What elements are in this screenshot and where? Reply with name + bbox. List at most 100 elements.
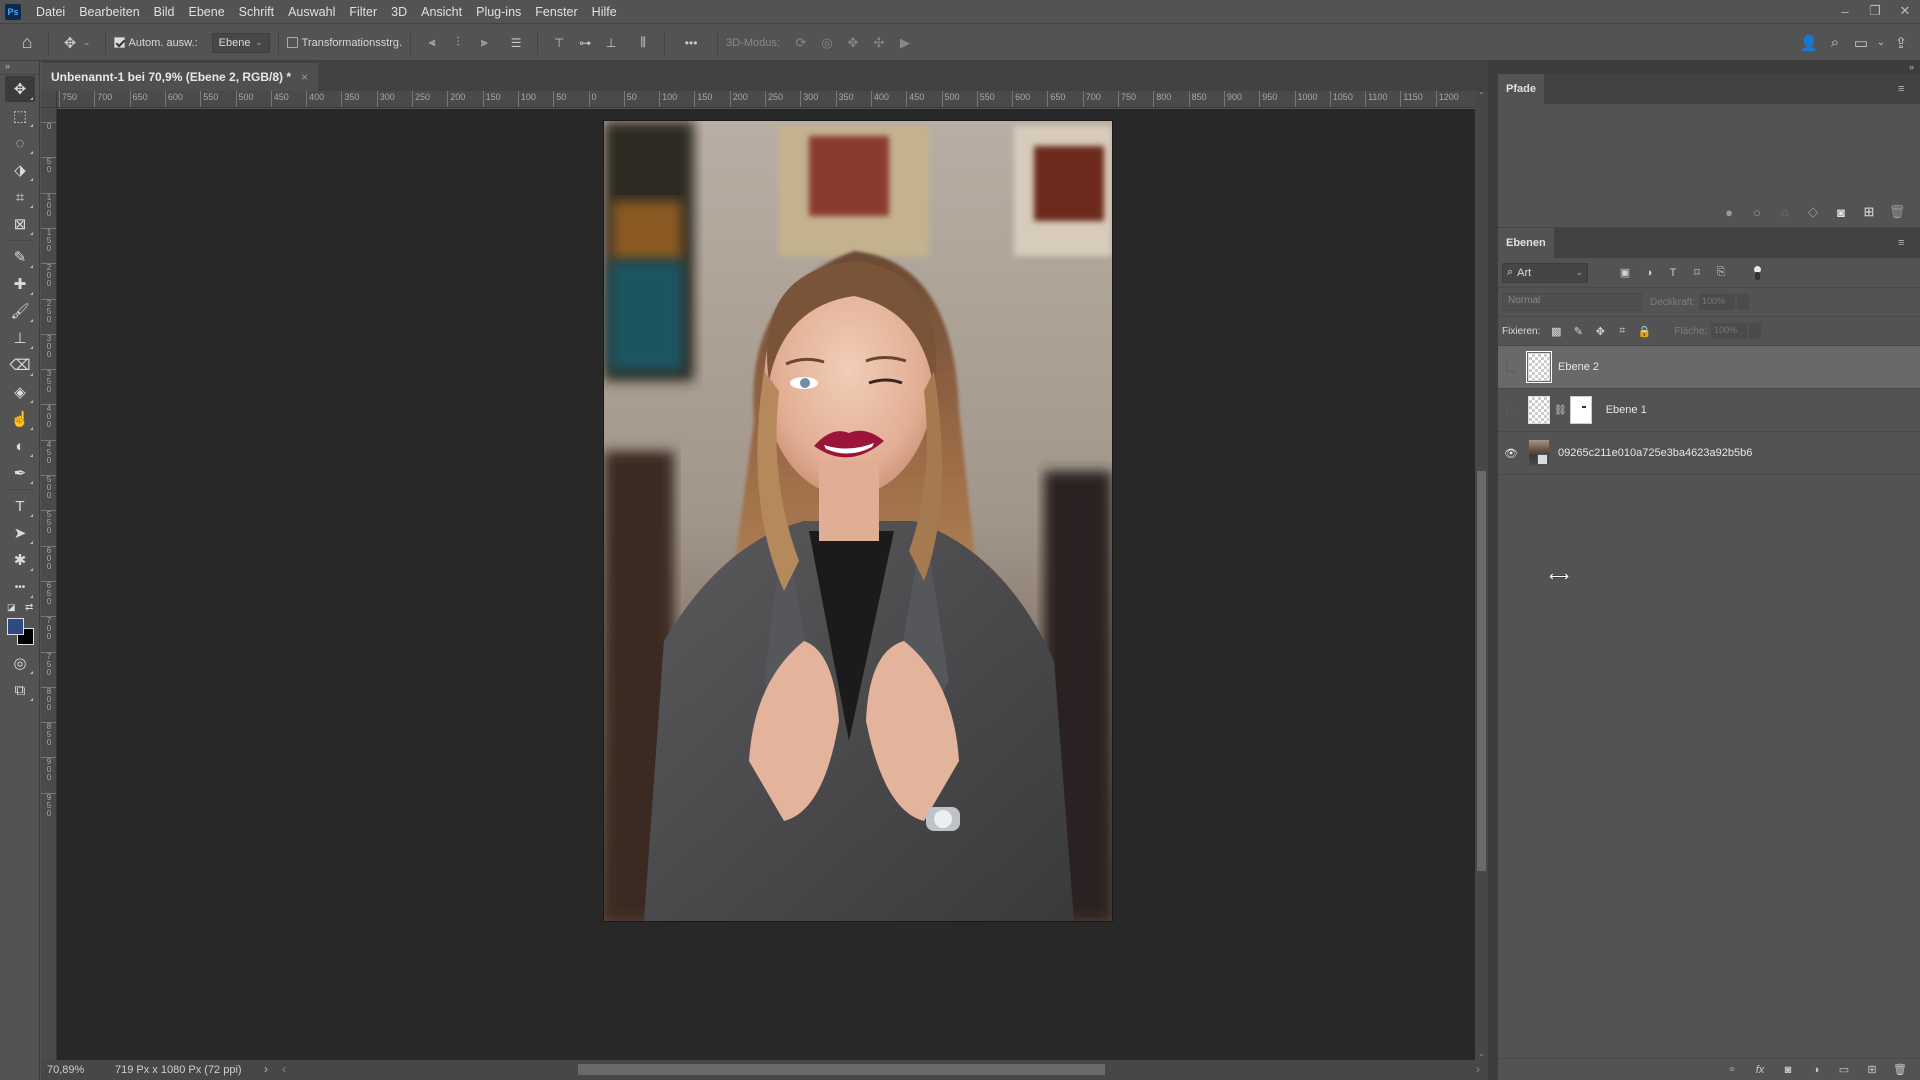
menu-bild[interactable]: Bild <box>147 0 182 24</box>
ruler-origin[interactable] <box>41 91 57 108</box>
more-options-icon[interactable]: ••• <box>673 30 709 56</box>
new-adjustment-layer-icon[interactable]: ◑ <box>1808 1063 1824 1077</box>
menu-filter[interactable]: Filter <box>342 0 384 24</box>
status-menu-arrow-icon[interactable]: › <box>264 1062 268 1076</box>
lock-image-pixels-icon[interactable]: ✎ <box>1572 325 1584 338</box>
3d-roll-icon[interactable]: ◎ <box>814 30 840 56</box>
fill-path-icon[interactable]: ● <box>1722 205 1736 220</box>
menu-schrift[interactable]: Schrift <box>232 0 281 24</box>
home-icon[interactable]: ⌂ <box>14 30 40 56</box>
default-colors-icon[interactable]: ◪ <box>7 602 16 613</box>
menu-ansicht[interactable]: Ansicht <box>414 0 469 24</box>
align-bottom-icon[interactable]: ⊥ <box>598 30 624 56</box>
search-icon[interactable]: ⌕ <box>1822 30 1848 56</box>
menu-bearbeiten[interactable]: Bearbeiten <box>72 0 146 24</box>
custom-shape-tool[interactable]: ✱ <box>5 547 35 573</box>
opacity-dropdown[interactable] <box>1737 294 1750 310</box>
smudge-tool[interactable]: ☝ <box>5 406 35 432</box>
align-vertical-center-icon[interactable]: ⊶ <box>572 30 598 56</box>
new-layer-icon[interactable]: ⊞ <box>1864 1063 1880 1077</box>
vertical-scrollbar[interactable]: ⌃ ⌄ <box>1475 91 1488 1060</box>
layer-name[interactable]: Ebene 2 <box>1558 361 1599 373</box>
move-tool[interactable]: ✥ <box>5 76 35 102</box>
workspace-icon[interactable]: ▭ <box>1848 30 1874 56</box>
auto-select-check[interactable] <box>113 37 125 48</box>
lasso-tool[interactable]: ◌ <box>5 130 35 156</box>
adjustment-layer-filter-icon[interactable]: ◑ <box>1642 266 1656 280</box>
menu-auswahl[interactable]: Auswahl <box>281 0 342 24</box>
share-user-icon[interactable]: 👤 <box>1796 30 1822 56</box>
fill-dropdown[interactable] <box>1749 323 1762 339</box>
layer-visibility-toggle[interactable]: 👁 <box>1498 432 1524 475</box>
pen-tool[interactable]: ✒ <box>5 460 35 486</box>
layer-visibility-toggle[interactable] <box>1498 389 1524 432</box>
scroll-left-icon[interactable]: ‹ <box>282 1062 286 1076</box>
layer-row[interactable]: 👁 09265c211e010a725e3ba4623a92b5b6 <box>1498 432 1920 475</box>
add-mask-icon[interactable]: ◙ <box>1834 205 1848 220</box>
auto-select-target-dropdown[interactable]: Ebene ⌄ <box>211 32 270 53</box>
pixel-layer-filter-icon[interactable]: ▣ <box>1618 266 1632 280</box>
vertical-ruler[interactable]: 0 50 100 150 200 250 300 350 400 450 500 550 600 650 7… <box>41 108 57 1060</box>
brush-tool[interactable]: 🖌 <box>5 298 35 324</box>
smart-object-thumbnail[interactable] <box>1528 439 1550 467</box>
document-size-info[interactable]: 719 Px x 1080 Px (72 ppi) <box>115 1064 242 1076</box>
auto-select-checkbox[interactable]: Autom. ausw.: <box>113 37 198 49</box>
add-layer-mask-icon[interactable]: ◙ <box>1780 1063 1796 1077</box>
delete-path-icon[interactable]: 🗑 <box>1889 204 1906 219</box>
share-icon[interactable]: ⇪ <box>1888 30 1914 56</box>
layer-filter-dropdown[interactable]: ⌕ Art ⌄ <box>1502 262 1588 283</box>
more-tools[interactable]: ••• <box>5 574 35 600</box>
tab-layers[interactable]: Ebenen <box>1498 228 1554 258</box>
new-path-icon[interactable]: ⊞ <box>1862 204 1876 219</box>
3d-scale-icon[interactable]: ▶ <box>892 30 918 56</box>
make-work-path-icon[interactable]: ◇ <box>1806 204 1820 219</box>
load-as-selection-icon[interactable]: ◌ <box>1778 205 1792 220</box>
menu-fenster[interactable]: Fenster <box>528 0 584 24</box>
lock-all-icon[interactable]: 🔒 <box>1638 325 1652 338</box>
lock-artboard-icon[interactable]: ⌗ <box>1616 325 1628 337</box>
zoom-level[interactable]: 70,89% <box>41 1064 97 1076</box>
marquee-tool[interactable]: ⬚ <box>5 103 35 129</box>
3d-pan-icon[interactable]: ✥ <box>840 30 866 56</box>
paths-panel-menu-icon[interactable]: ≡ <box>1898 74 1920 104</box>
menu-datei[interactable]: Datei <box>29 0 72 24</box>
layer-visibility-toggle[interactable] <box>1498 346 1524 389</box>
lock-position-icon[interactable]: ✥ <box>1594 325 1606 338</box>
stroke-path-icon[interactable]: ○ <box>1750 205 1764 220</box>
distribute-vertical-icon[interactable]: ☰ <box>503 30 529 56</box>
minimize-button[interactable]: – <box>1830 0 1860 22</box>
document-tab[interactable]: Unbenannt-1 bei 70,9% (Ebene 2, RGB/8) *… <box>41 63 319 91</box>
transform-controls-check[interactable] <box>286 37 298 48</box>
distribute-horizontal-icon[interactable]: ⫼ <box>630 30 656 56</box>
screen-mode-button[interactable]: ⧉ <box>5 677 35 703</box>
photoshop-logo[interactable]: Ps <box>5 3 21 20</box>
workspace-dropdown-icon[interactable]: ⌄ <box>1874 30 1888 56</box>
close-window-button[interactable]: ✕ <box>1890 0 1920 22</box>
healing-brush-tool[interactable]: ✚ <box>5 271 35 297</box>
smart-object-filter-icon[interactable]: ⎘ <box>1714 266 1728 280</box>
crop-tool[interactable]: ⌗ <box>5 184 35 210</box>
eraser-tool[interactable]: ⌫ <box>5 352 35 378</box>
collapse-toolbar-icon[interactable]: » <box>0 61 39 75</box>
align-top-icon[interactable]: ⊤ <box>546 30 572 56</box>
scroll-right-icon[interactable]: › <box>1476 1062 1480 1076</box>
horizontal-scroll-thumb[interactable] <box>578 1064 1105 1075</box>
layer-mask-thumbnail[interactable] <box>1569 396 1592 424</box>
canvas-area[interactable] <box>57 109 1475 1060</box>
layer-thumbnail[interactable] <box>1526 351 1552 383</box>
clone-stamp-tool[interactable]: ⊥ <box>5 325 35 351</box>
menu-hilfe[interactable]: Hilfe <box>585 0 624 24</box>
fill-input[interactable]: 100% <box>1711 323 1748 339</box>
scroll-up-icon[interactable]: ⌃ <box>1475 91 1488 100</box>
restore-button[interactable]: ❐ <box>1860 0 1890 22</box>
filter-toggle-switch[interactable] <box>1754 265 1761 280</box>
layer-row[interactable]: ⛓ Ebene 1 <box>1498 389 1920 432</box>
close-document-icon[interactable]: × <box>301 70 308 84</box>
layer-thumbnail[interactable] <box>1528 396 1550 424</box>
shape-layer-filter-icon[interactable]: ⌑ <box>1690 266 1704 280</box>
document-image[interactable] <box>604 121 1112 921</box>
preset-dropdown-icon[interactable]: ⌄ <box>83 37 91 48</box>
align-horizontal-center-icon[interactable]: ⫶ <box>445 30 471 56</box>
vertical-scroll-thumb[interactable] <box>1477 471 1486 871</box>
horizontal-scrollbar[interactable]: › ‹ › <box>264 1060 1488 1080</box>
